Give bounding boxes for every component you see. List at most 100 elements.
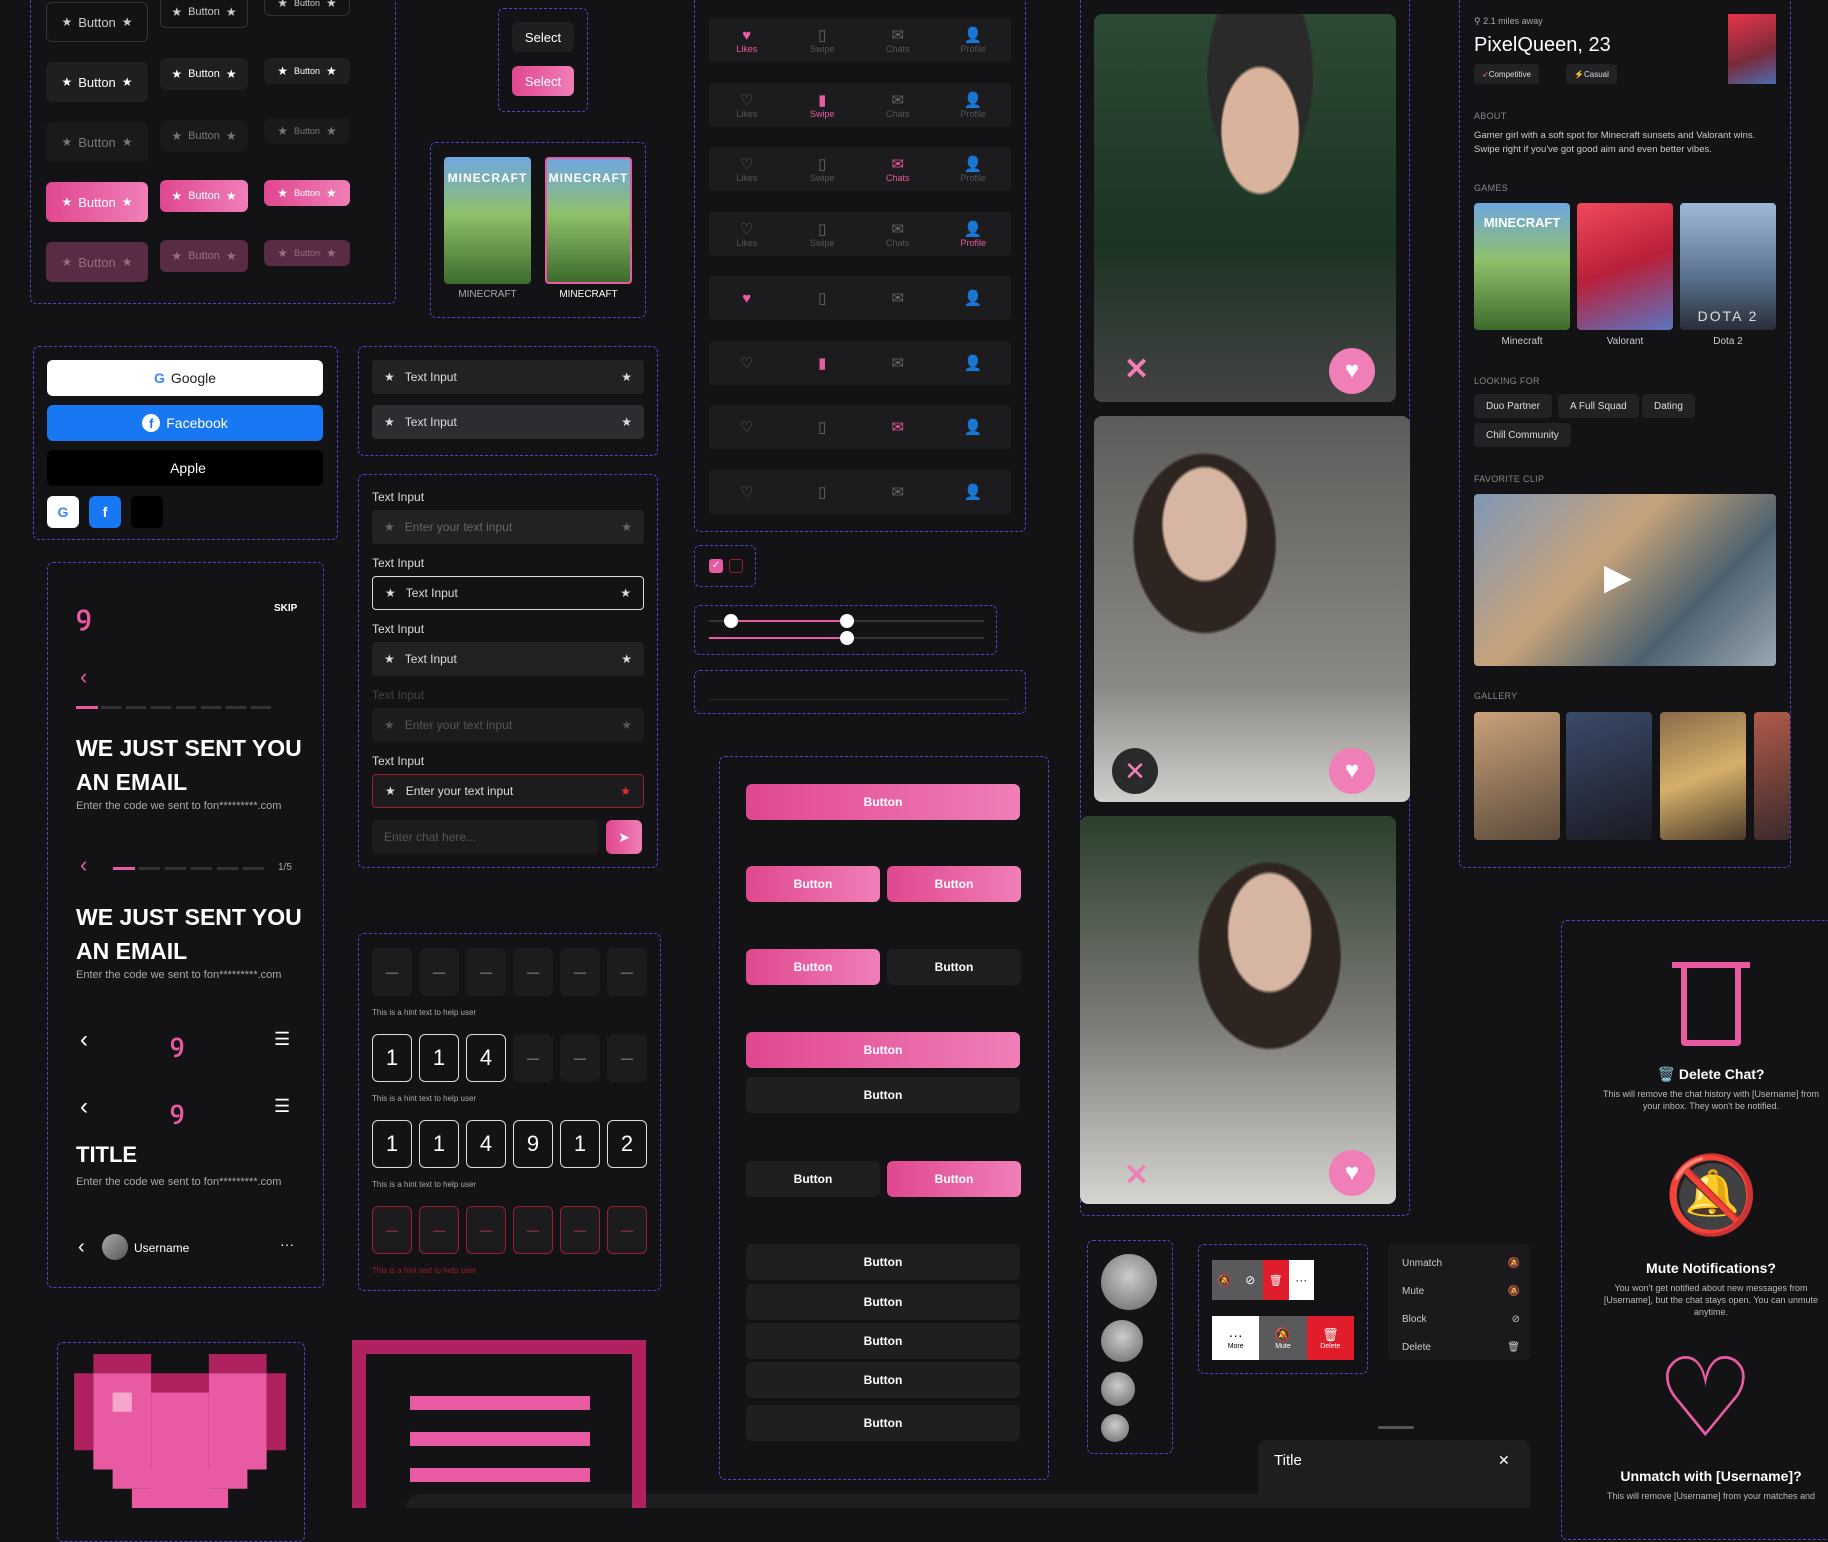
otp-box[interactable]: –	[466, 948, 506, 996]
otp-box[interactable]: –	[607, 948, 647, 996]
text-input-empty[interactable]: ★ Enter your text input ★	[372, 510, 644, 544]
gallery-image[interactable]	[1754, 712, 1790, 840]
button-variant[interactable]: ★ Button ★	[264, 240, 350, 266]
profile-photo-stack[interactable]	[1094, 416, 1410, 802]
nav-item-chats[interactable]: ✉ Chats	[868, 155, 928, 183]
nav-item-likes[interactable]: ♡	[717, 354, 777, 372]
apple-icon-button[interactable]	[131, 496, 163, 528]
google-button[interactable]: G Google	[47, 360, 323, 396]
button-variant[interactable]: ★ Button ★	[264, 58, 350, 84]
dislike-icon[interactable]: ✕	[1124, 352, 1149, 387]
block-icon[interactable]: ⊘	[1237, 1260, 1263, 1300]
button-variant[interactable]: ★ Button ★	[264, 0, 350, 16]
profile-photo-stack[interactable]	[1080, 816, 1396, 1204]
button[interactable]: Button	[887, 949, 1021, 985]
otp-box-error[interactable]: –	[607, 1206, 647, 1254]
minecraft-card-selected[interactable]: MINECRAFT	[545, 157, 632, 284]
menu-item-block[interactable]: Block ⊘	[1402, 1314, 1520, 1325]
avatar-medium[interactable]	[1101, 1320, 1143, 1362]
nav-item-likes[interactable]: ♡ Likes	[717, 220, 777, 248]
button-variant[interactable]: ★ Button ★	[160, 180, 248, 212]
otp-box[interactable]: –	[560, 1034, 600, 1082]
drag-handle[interactable]	[1378, 1426, 1414, 1429]
minecraft-card[interactable]: MINECRAFT	[444, 157, 531, 284]
slider-handle[interactable]	[840, 631, 854, 645]
otp-box-error[interactable]: –	[466, 1206, 506, 1254]
dislike-icon[interactable]: ✕	[1124, 1158, 1149, 1193]
nav-item-chats[interactable]: ✉	[868, 354, 928, 372]
back-icon[interactable]: ‹	[80, 1093, 88, 1121]
otp-box[interactable]: 1	[419, 1034, 459, 1082]
avatar-large[interactable]	[1101, 1254, 1157, 1310]
button-variant[interactable]: ★ Button ★	[264, 118, 350, 144]
send-button[interactable]: ➤	[606, 820, 642, 854]
nav-item-profile[interactable]: 👤	[943, 289, 1003, 307]
otp-box-error[interactable]: –	[560, 1206, 600, 1254]
delete-action[interactable]: 🗑 Delete	[1306, 1316, 1354, 1360]
nav-item-chats[interactable]: ✉	[868, 289, 928, 307]
play-icon[interactable]: ▶	[1604, 556, 1632, 598]
back-icon[interactable]: ‹	[80, 664, 87, 690]
mute-action[interactable]: 🔕 Mute	[1259, 1316, 1307, 1360]
like-button[interactable]: ♥	[1329, 348, 1375, 394]
chat-input[interactable]: Enter chat here...	[372, 820, 598, 854]
otp-box[interactable]: 4	[466, 1120, 506, 1168]
mute-icon[interactable]: 🔕	[1212, 1260, 1238, 1300]
nav-item-swipe[interactable]: ▯	[792, 483, 852, 501]
otp-box[interactable]: –	[560, 948, 600, 996]
back-icon[interactable]: ‹	[80, 852, 87, 878]
nav-item-swipe[interactable]: ▯ Swipe	[792, 220, 852, 248]
nav-item-swipe[interactable]: ▯	[792, 289, 852, 307]
otp-box[interactable]: –	[513, 1034, 553, 1082]
otp-box[interactable]: 1	[419, 1120, 459, 1168]
more-action[interactable]: ··· More	[1212, 1316, 1260, 1360]
button[interactable]: Button	[746, 1161, 880, 1197]
nav-item-chats[interactable]: ✉ Chats	[868, 26, 928, 54]
nav-item-likes[interactable]: ♡ Likes	[717, 91, 777, 119]
text-input-1[interactable]: ★ Text Input ★	[372, 360, 644, 394]
filter-icon[interactable]: ☰	[274, 1029, 290, 1050]
button[interactable]: Button	[746, 1405, 1020, 1441]
valorant-thumbnail[interactable]	[1728, 14, 1776, 84]
avatar-xsmall[interactable]	[1101, 1414, 1129, 1442]
nav-item-chats[interactable]: ✉ Chats	[868, 91, 928, 119]
nav-item-swipe[interactable]: ▮ Swipe	[792, 91, 852, 119]
nav-item-profile[interactable]: 👤	[943, 418, 1003, 436]
nav-item-chats[interactable]: ✉	[868, 483, 928, 501]
nav-item-likes[interactable]: ♡	[717, 483, 777, 501]
otp-box-error[interactable]: –	[513, 1206, 553, 1254]
facebook-button[interactable]: f Facebook	[47, 405, 323, 441]
button[interactable]: Button	[746, 1032, 1020, 1068]
game-dota[interactable]: DOTA 2	[1680, 203, 1776, 330]
nav-item-swipe[interactable]: ▯ Swipe	[792, 155, 852, 183]
button-variant[interactable]: ★ Button ★	[264, 180, 350, 206]
button-variant[interactable]: ★ Button ★	[46, 122, 148, 162]
otp-box[interactable]: 1	[560, 1120, 600, 1168]
apple-button[interactable]: Apple	[47, 450, 323, 486]
button[interactable]: Button	[746, 1077, 1020, 1113]
checkbox-checked[interactable]: ✓	[709, 559, 723, 573]
text-input-focused[interactable]: ★ Text Input ★	[372, 576, 644, 610]
like-button[interactable]: ♥	[1329, 1150, 1375, 1196]
button-variant[interactable]: ★ Button ★	[46, 2, 148, 42]
skip-button[interactable]: SKIP	[274, 603, 297, 614]
gallery-image[interactable]	[1474, 712, 1560, 840]
otp-box[interactable]: 1	[372, 1034, 412, 1082]
nav-item-profile[interactable]: 👤	[943, 483, 1003, 501]
delete-icon[interactable]: 🗑	[1263, 1260, 1289, 1300]
google-icon-button[interactable]: G	[47, 496, 79, 528]
nav-item-likes[interactable]: ♥	[717, 290, 777, 307]
select-button[interactable]: Select	[512, 22, 574, 52]
nav-item-profile[interactable]: 👤 Profile	[943, 155, 1003, 183]
button[interactable]: Button	[887, 866, 1021, 902]
button-variant[interactable]: ★ Button ★	[160, 120, 248, 152]
otp-box[interactable]: 9	[513, 1120, 553, 1168]
button[interactable]: Button	[746, 1244, 1020, 1280]
checkbox-empty[interactable]	[729, 559, 743, 573]
otp-box[interactable]: 4	[466, 1034, 506, 1082]
gallery-image[interactable]	[1566, 712, 1652, 840]
button[interactable]: Button	[746, 784, 1020, 820]
nav-item-likes[interactable]: ♡	[717, 418, 777, 436]
menu-item-mute[interactable]: Mute 🔕	[1402, 1286, 1520, 1297]
button-variant[interactable]: ★ Button ★	[160, 0, 248, 28]
